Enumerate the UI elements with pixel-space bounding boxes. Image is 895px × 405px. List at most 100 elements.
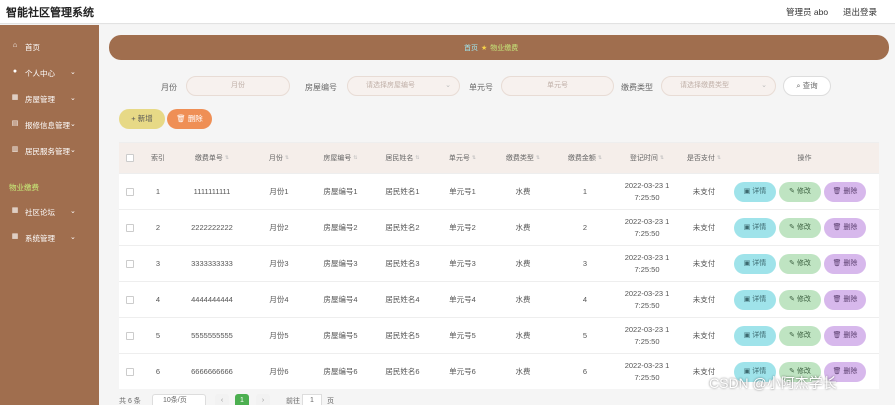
pay-type-select[interactable]: 请选择缴费类型 ⌄ — [661, 76, 776, 96]
row-delete-button[interactable]: 🗑 删除 — [824, 326, 866, 346]
breadcrumb: 首页 ★ 物业缴费 — [464, 43, 518, 53]
sidebar-item-houses[interactable]: ▦ 房屋管理 ⌄ — [0, 89, 99, 109]
cell-type: 水费 — [515, 331, 531, 340]
chevron-down-icon: ⌄ — [70, 121, 76, 128]
row-delete-button[interactable]: 🗑 删除 — [824, 182, 866, 202]
cell-month: 月份4 — [269, 295, 289, 304]
unit-input[interactable]: 单元号 — [501, 76, 614, 96]
pay-type-placeholder: 请选择缴费类型 — [680, 82, 729, 89]
th-name[interactable]: 居民姓名 ⇅ — [372, 143, 433, 173]
cell-house: 房屋编号2 — [323, 223, 358, 232]
cell-date: 2022-03-23 1 7:25:50 — [616, 210, 678, 245]
grid-icon: ▦ — [11, 233, 19, 240]
row-checkbox[interactable] — [126, 367, 134, 376]
sidebar: ⌂ 首页 ● 个人中心 ⌄ ▦ 房屋管理 ⌄ ▤ 报修信息管理 ⌄ ▥ 居民服务… — [0, 25, 99, 405]
edit-button[interactable]: ✎ 修改 — [779, 254, 821, 274]
breadcrumb-home[interactable]: 首页 — [464, 45, 478, 52]
row-checkbox[interactable] — [126, 295, 134, 304]
th-label: 房屋编号 — [323, 155, 352, 162]
detail-button[interactable]: ▣ 详情 — [734, 254, 776, 274]
row-delete-button[interactable]: 🗑 删除 — [824, 254, 866, 274]
sidebar-item-forum[interactable]: ▦ 社区论坛 ⌄ — [0, 202, 99, 222]
detail-button[interactable]: ▣ 详情 — [734, 218, 776, 238]
sidebar-item-home[interactable]: ⌂ 首页 — [0, 37, 99, 57]
sidebar-item-system[interactable]: ▦ 系统管理 ⌄ — [0, 228, 99, 248]
cell-paid: 未支付 — [692, 295, 716, 304]
trash-icon: 🗑 — [832, 188, 842, 195]
sidebar-item-services[interactable]: ▥ 居民服务管理 ⌄ — [0, 141, 99, 161]
house-select[interactable]: 请选择房屋编号 ⌄ — [347, 76, 460, 96]
goto-page-input[interactable]: 1 — [302, 394, 322, 405]
cell-idx: 6 — [155, 367, 161, 376]
next-page-button[interactable]: › — [256, 394, 270, 405]
cell-date: 2022-03-23 1 7:25:50 — [616, 282, 678, 317]
th-index: 索引 — [151, 155, 165, 162]
add-button[interactable]: + 新增 — [119, 109, 165, 129]
row-checkbox[interactable] — [126, 331, 134, 340]
total-count: 共 6 条 — [119, 398, 141, 405]
cell-time-line: 7:25:50 — [634, 264, 660, 274]
select-all-checkbox[interactable] — [126, 154, 134, 162]
chevron-down-icon: ⌄ — [445, 82, 451, 89]
row-checkbox[interactable] — [126, 259, 134, 268]
sidebar-item-label: 居民服务管理 — [25, 147, 70, 156]
edit-button[interactable]: ✎ 修改 — [779, 182, 821, 202]
logout-link[interactable]: 退出登录 — [843, 6, 877, 18]
edit-button[interactable]: ✎ 修改 — [779, 218, 821, 238]
row-checkbox[interactable] — [126, 223, 134, 232]
th-label: 缴费单号 — [194, 155, 223, 162]
page-number-current[interactable]: 1 — [235, 394, 249, 405]
detail-button[interactable]: ▣ 详情 — [734, 290, 776, 310]
page-size-select[interactable]: 10条/页 — [152, 394, 206, 405]
query-button[interactable]: ⌕ 查询 — [783, 76, 831, 96]
house-label: 房屋编号 — [305, 83, 337, 92]
cell-date-line: 2022-03-23 1 — [624, 360, 670, 370]
chevron-down-icon: ⌄ — [70, 69, 76, 76]
cell-type: 水费 — [515, 223, 531, 232]
delete-label: 删除 — [843, 296, 858, 303]
cell-unit: 单元号6 — [449, 367, 476, 376]
table-row: 1 1111111111 月份1 房屋编号1 居民姓名1 单元号1 水费 1 2022-03-2… — [119, 173, 879, 209]
th-label: 单元号 — [448, 155, 470, 162]
batch-delete-button[interactable]: 🗑 删除 — [167, 109, 212, 129]
detail-icon: ▣ — [743, 260, 751, 267]
cell-date-line: 2022-03-23 1 — [624, 180, 670, 190]
chart-icon: ▥ — [11, 146, 19, 153]
chevron-down-icon: ⌄ — [761, 82, 767, 89]
cell-type: 水费 — [515, 295, 531, 304]
sidebar-item-repairs[interactable]: ▤ 报修信息管理 ⌄ — [0, 115, 99, 135]
cell-idx: 3 — [155, 259, 161, 268]
sidebar-item-fees[interactable]: 物业缴费 — [0, 177, 99, 197]
chevron-down-icon: ⌄ — [70, 95, 76, 102]
sort-icon: ⇅ — [659, 155, 665, 161]
cell-house: 房屋编号3 — [323, 259, 358, 268]
th-house[interactable]: 房屋编号 ⇅ — [309, 143, 372, 173]
edit-button[interactable]: ✎ 修改 — [779, 326, 821, 346]
th-type[interactable]: 缴费类型 ⇅ — [492, 143, 554, 173]
row-checkbox[interactable] — [126, 187, 134, 196]
detail-label: 详情 — [752, 260, 767, 267]
cell-month: 月份2 — [269, 223, 289, 232]
cell-unit: 单元号3 — [449, 259, 476, 268]
row-delete-button[interactable]: 🗑 删除 — [824, 218, 866, 238]
th-amount[interactable]: 缴费金额 ⇅ — [554, 143, 616, 173]
detail-button[interactable]: ▣ 详情 — [734, 182, 776, 202]
th-bill-no[interactable]: 缴费单号 ⇅ — [175, 143, 249, 173]
row-delete-button[interactable]: 🗑 删除 — [824, 290, 866, 310]
detail-button[interactable]: ▣ 详情 — [734, 326, 776, 346]
prev-page-button[interactable]: ‹ — [215, 394, 229, 405]
th-date[interactable]: 登记时间 ⇅ — [616, 143, 678, 173]
edit-label: 修改 — [796, 296, 811, 303]
trash-icon: 🗑 — [832, 332, 842, 339]
cell-unit: 单元号4 — [449, 295, 476, 304]
th-paid[interactable]: 是否支付 ⇅ — [678, 143, 730, 173]
cell-amount: 4 — [582, 295, 588, 304]
th-month[interactable]: 月份 ⇅ — [249, 143, 309, 173]
month-input[interactable]: 月份 — [186, 76, 290, 96]
cell-idx: 5 — [155, 331, 161, 340]
watermark: CSDN @小阿杰学长 — [709, 375, 837, 391]
th-unit[interactable]: 单元号 ⇅ — [433, 143, 492, 173]
cell-date: 2022-03-23 1 7:25:50 — [616, 174, 678, 209]
edit-button[interactable]: ✎ 修改 — [779, 290, 821, 310]
sidebar-item-profile[interactable]: ● 个人中心 ⌄ — [0, 63, 99, 83]
